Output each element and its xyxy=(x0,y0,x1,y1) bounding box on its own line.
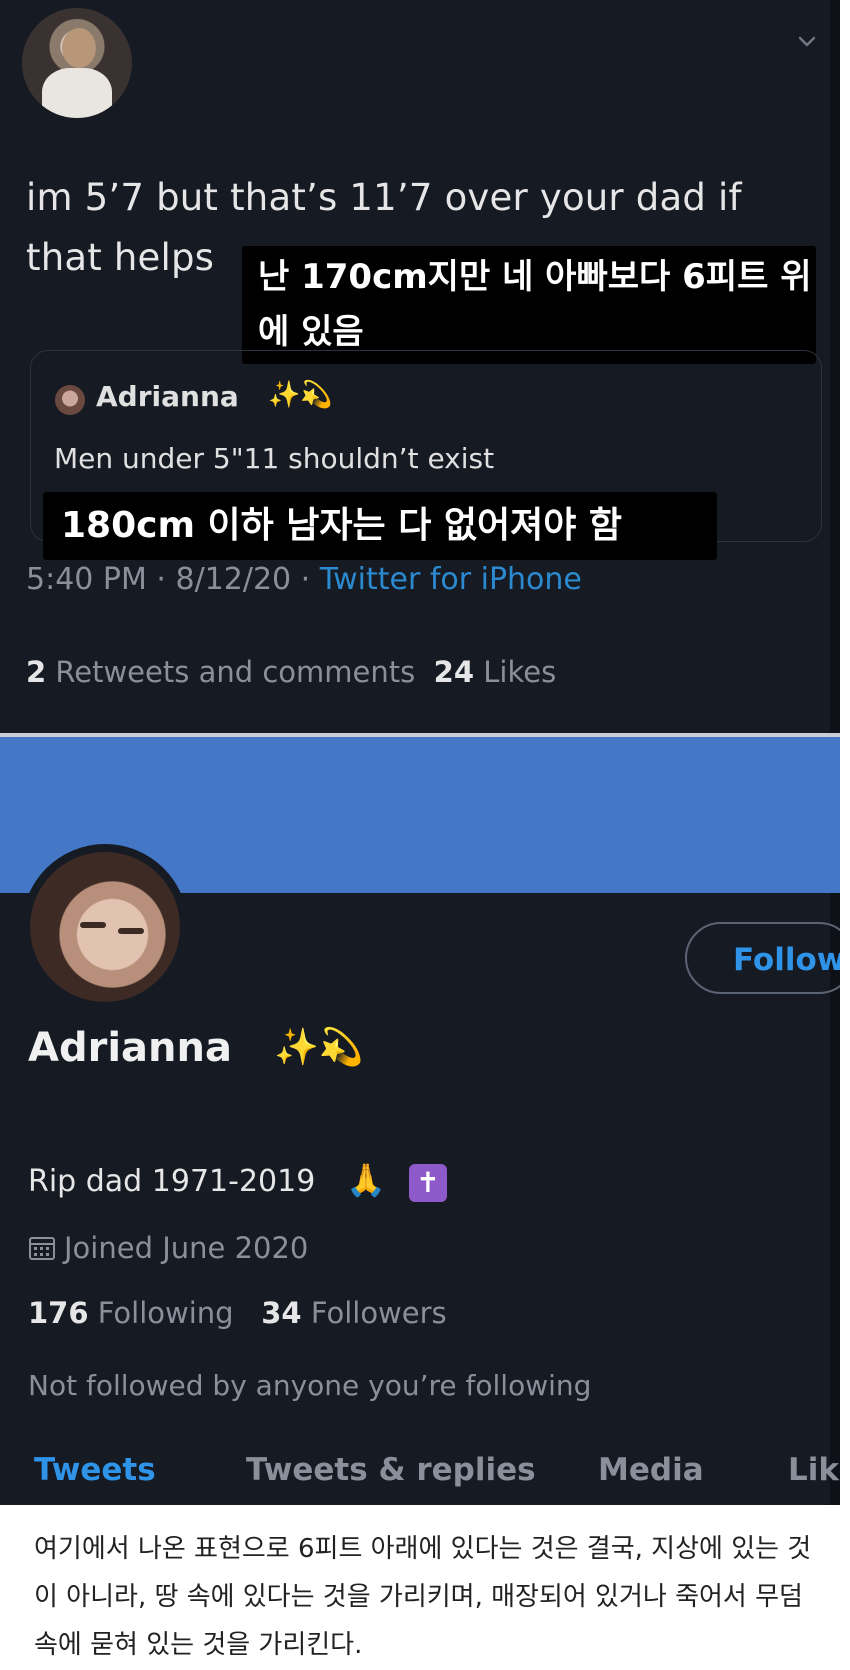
quote-translation-caption: 180cm 이하 남자는 다 없어져야 함 xyxy=(43,492,717,560)
following-label[interactable]: Following xyxy=(98,1296,234,1330)
calendar-icon xyxy=(29,1237,55,1260)
tweet-stats: 2 Retweets and comments 24 Likes xyxy=(26,655,556,689)
follow-button[interactable]: Follow xyxy=(685,922,840,994)
profile-display-name: Adrianna xyxy=(28,1025,232,1071)
profile-bio: Rip dad 1971-2019 xyxy=(28,1164,316,1199)
joined-date: Joined June 2020 xyxy=(64,1231,309,1265)
tab-media[interactable]: Media xyxy=(598,1452,704,1488)
quoted-author-name: Adrianna xyxy=(96,380,239,413)
tweet-meta: 5:40 PM · 8/12/20 · Twitter for iPhone xyxy=(26,562,582,597)
tweet-author-avatar[interactable] xyxy=(22,8,132,118)
likes-count[interactable]: 24 xyxy=(434,655,474,689)
followers-count[interactable]: 34 xyxy=(261,1296,301,1330)
screenshot-frame: im 5’7 but that’s 11’7 over your dad if … xyxy=(0,0,840,1505)
tab-likes[interactable]: Lik xyxy=(788,1452,839,1488)
profile-name-emoji: ✨💫 xyxy=(274,1027,364,1068)
follow-counts: 176 Following 34 Followers xyxy=(28,1296,447,1330)
retweets-label[interactable]: Retweets and comments xyxy=(55,655,415,689)
retweets-count[interactable]: 2 xyxy=(26,655,46,689)
following-count[interactable]: 176 xyxy=(28,1296,89,1330)
followers-label[interactable]: Followers xyxy=(311,1296,447,1330)
tweet-source-link[interactable]: Twitter for iPhone xyxy=(320,562,582,597)
not-followed-notice: Not followed by anyone you’re following xyxy=(28,1369,592,1402)
translation-caption: 난 170cm지만 네 아빠보다 6피트 위에 있음 xyxy=(242,246,816,364)
praying-hands-icon: 🙏 xyxy=(346,1161,386,1199)
quoted-tweet-text: Men under 5"11 shouldn’t exist xyxy=(54,442,495,475)
tweet-timestamp: 5:40 PM · 8/12/20 · xyxy=(26,562,320,597)
commentary-text: 여기에서 나온 표현으로 6피트 아래에 있다는 것은 결국, 지상에 있는 것… xyxy=(34,1534,812,1660)
tweet-text-line-1: im 5’7 but that’s 11’7 over your dad if xyxy=(26,176,742,219)
tab-tweets[interactable]: Tweets xyxy=(34,1452,156,1488)
profile-avatar[interactable] xyxy=(30,852,180,1002)
quoted-author-emoji: ✨💫 xyxy=(268,380,333,410)
quoted-author-avatar xyxy=(55,385,85,415)
likes-label[interactable]: Likes xyxy=(483,655,556,689)
cross-icon: ✝ xyxy=(409,1164,447,1202)
chevron-down-icon[interactable] xyxy=(796,30,818,52)
tab-tweets-and-replies[interactable]: Tweets & replies xyxy=(246,1452,536,1488)
